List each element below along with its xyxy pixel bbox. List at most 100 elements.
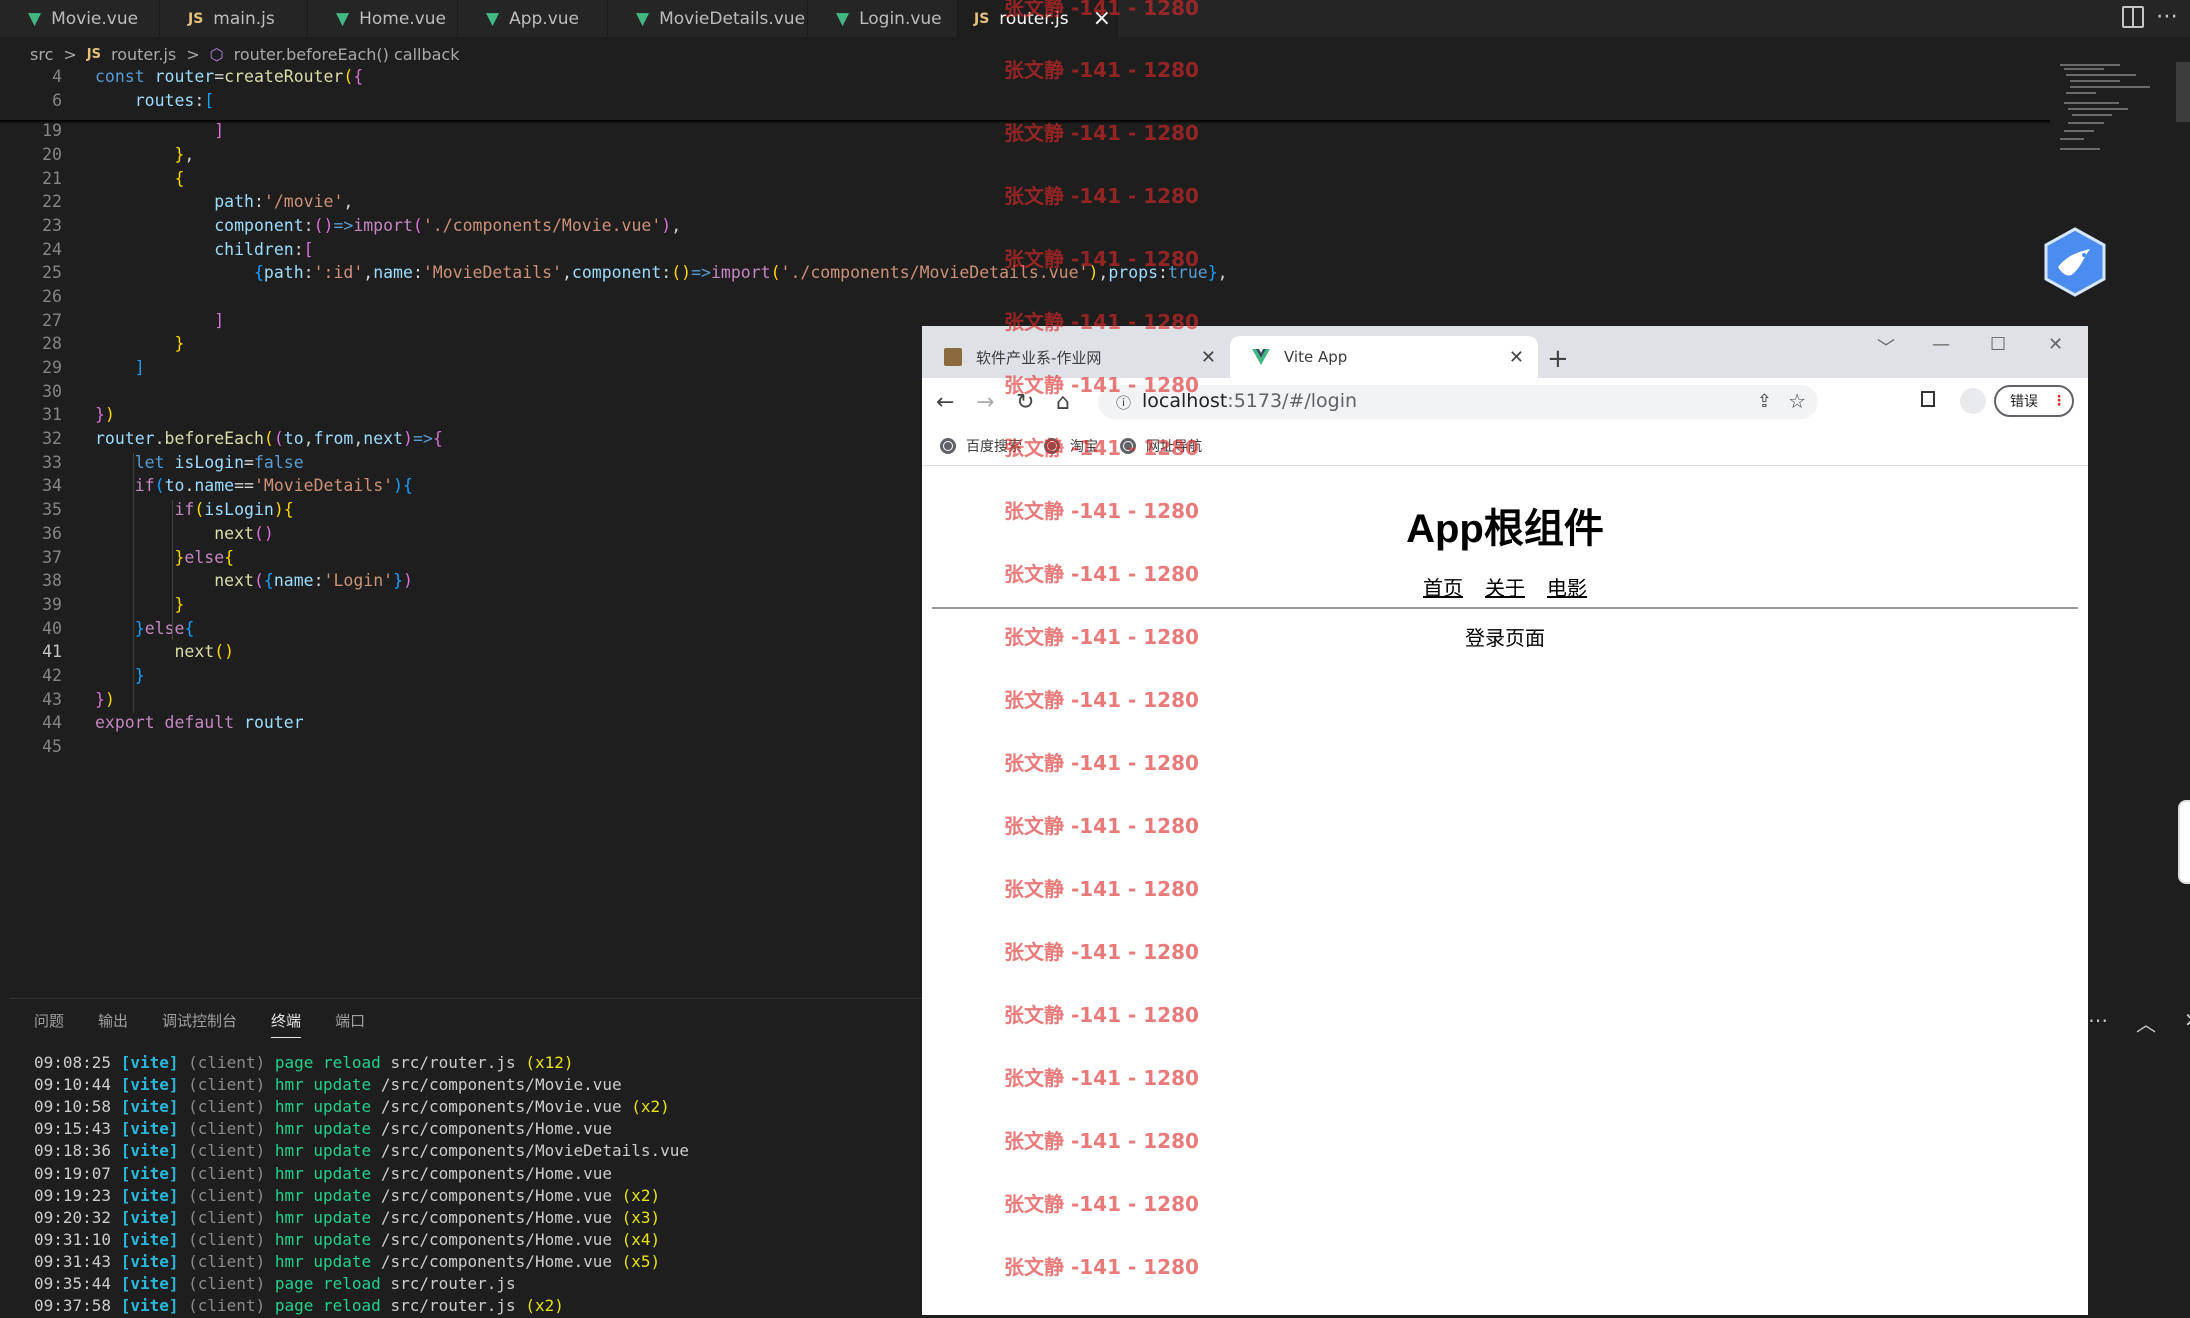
terminal-line: 09:19:07 [vite] (client) hmr update /src… (34, 1163, 612, 1183)
watermark: 张文静 -141 - 1280 (1004, 814, 1199, 838)
minimize-button[interactable]: — (1932, 334, 1950, 355)
divider (932, 607, 2078, 609)
code-line: 39 } (42, 595, 185, 614)
tab-home-vue[interactable]: ▼ Home.vue (308, 0, 458, 37)
watermark: 张文静 -141 - 1280 (1004, 625, 1199, 649)
code-line: 33 let isLogin=false (42, 453, 304, 472)
watermark: 张文静 -141 - 1280 (1004, 310, 1199, 334)
terminal-line: 09:10:44 [vite] (client) hmr update /src… (34, 1075, 622, 1095)
code-line: 45 (42, 737, 62, 756)
tab-movie-vue[interactable]: ▼ Movie.vue (0, 0, 160, 37)
close-window-button[interactable]: ✕ (2048, 334, 2063, 355)
watermark: 张文静 -141 - 1280 (1004, 0, 1199, 20)
code-line: 43}) (42, 690, 115, 709)
forward-icon[interactable]: → (976, 390, 994, 415)
new-tab-button[interactable]: + (1547, 344, 1569, 374)
side-panel-icon[interactable] (1921, 391, 1935, 407)
watermark: 张文静 -141 - 1280 (1004, 751, 1199, 775)
panel-controls: ⋯ ︿ ✕ (2088, 1008, 2190, 1037)
more-actions-icon[interactable]: ⋯ (2156, 4, 2178, 29)
vue-file-icon: ▼ (28, 8, 42, 29)
panel-tabs: 问题 输出 调试控制台 终端 端口 (34, 1010, 365, 1038)
watermark: 张文静 -141 - 1280 (1004, 562, 1199, 586)
chevron-right-icon: > (63, 44, 77, 64)
breadcrumb-file[interactable]: router.js (111, 45, 176, 64)
symbol-cube-icon: ⬡ (209, 44, 224, 64)
terminal-line: 09:19:23 [vite] (client) hmr update /src… (34, 1185, 661, 1205)
more-icon[interactable]: ⋯ (2088, 1008, 2108, 1037)
error-button[interactable]: 错误 ⋮ (1994, 385, 2074, 417)
tab-moviedetails-vue[interactable]: ▼ MovieDetails.vue (608, 0, 808, 37)
code-line: 31}) (42, 405, 115, 424)
chevron-right-icon: > (186, 44, 200, 64)
tab-app-vue[interactable]: ▼ App.vue (458, 0, 608, 37)
tab-debug-console[interactable]: 调试控制台 (162, 1010, 237, 1038)
code-line: 28 } (42, 334, 185, 353)
tab-problems[interactable]: 问题 (34, 1010, 64, 1038)
tab-terminal[interactable]: 终端 (271, 1010, 302, 1038)
vue-file-icon: ▼ (836, 8, 850, 29)
nav-link-about[interactable]: 关于 (1485, 576, 1525, 600)
code-line: 27 ] (42, 311, 225, 330)
watermark: 张文静 -141 - 1280 (1004, 499, 1199, 523)
close-tab-icon[interactable]: ✕ (1201, 347, 1216, 368)
close-panel-icon[interactable]: ✕ (2184, 1008, 2190, 1037)
bookmark-star-icon[interactable]: ☆ (1788, 389, 1806, 413)
breadcrumb: src > JS router.js > ⬡ router.beforeEach… (30, 42, 460, 66)
nav-link-home[interactable]: 首页 (1423, 576, 1463, 600)
code-line: 6 routes:[ (52, 91, 215, 110)
code-line: 25 {path:':id',name:'MovieDetails',compo… (42, 263, 1228, 282)
breadcrumb-folder[interactable]: src (30, 45, 53, 64)
tab-output[interactable]: 输出 (98, 1010, 128, 1038)
code-line: 24 children:[ (42, 240, 314, 259)
tab-login-vue[interactable]: ▼ Login.vue (808, 0, 958, 37)
js-file-icon: JS (974, 10, 990, 27)
watermark: 张文静 -141 - 1280 (1004, 1255, 1199, 1279)
breadcrumb-symbol[interactable]: router.beforeEach() callback (234, 45, 460, 64)
maximize-panel-icon[interactable]: ︿ (2136, 1008, 2156, 1037)
watermark: 张文静 -141 - 1280 (1004, 58, 1199, 82)
close-tab-icon[interactable]: ✕ (1509, 347, 1524, 368)
terminal-line: 09:10:58 [vite] (client) hmr update /src… (34, 1097, 670, 1117)
js-file-icon: JS (188, 10, 204, 27)
code-line: 38 next({name:'Login'}) (42, 571, 413, 590)
watermark: 张文静 -141 - 1280 (1004, 877, 1199, 901)
code-line: 22 path:'/movie', (42, 192, 354, 211)
vue-file-icon: ▼ (636, 8, 650, 29)
side-drawer-handle[interactable] (2178, 800, 2190, 884)
nav-link-movie[interactable]: 电影 (1547, 576, 1587, 600)
browser-tab-vite-app[interactable]: Vite App ✕ (1230, 336, 1538, 378)
address-bar[interactable]: ⓘ localhost:5173/#/login ⇪ ☆ (1098, 385, 1818, 419)
code-line: 42 } (42, 666, 145, 685)
bird-app-icon[interactable] (2040, 227, 2110, 297)
share-icon[interactable]: ⇪ (1757, 391, 1772, 412)
back-icon[interactable]: ← (936, 390, 954, 415)
watermark: 张文静 -141 - 1280 (1004, 1129, 1199, 1153)
code-line: 4 const router=createRouter({ (52, 67, 364, 86)
code-line: 29 ] (42, 358, 145, 377)
code-line: 20 }, (42, 145, 195, 164)
terminal-line: 09:31:10 [vite] (client) hmr update /src… (34, 1229, 661, 1249)
tab-search-icon[interactable]: ﹀ (1877, 334, 1895, 360)
vue-file-icon: ▼ (486, 8, 500, 29)
code-line: 26 (42, 287, 62, 306)
tab-ports[interactable]: 端口 (335, 1010, 365, 1038)
maximize-button[interactable]: ☐ (1990, 334, 2006, 355)
tab-main-js[interactable]: JS main.js (160, 0, 308, 37)
watermark: 张文静 -141 - 1280 (1004, 940, 1199, 964)
watermark: 张文静 -141 - 1280 (1004, 1192, 1199, 1216)
split-editor-icon[interactable] (2122, 6, 2144, 28)
watermark: 张文静 -141 - 1280 (1004, 373, 1199, 397)
terminal-line: 09:31:43 [vite] (client) hmr update /src… (34, 1251, 661, 1271)
terminal-line: 09:20:32 [vite] (client) hmr update /src… (34, 1207, 661, 1227)
menu-dots-icon: ⋮ (2052, 393, 2066, 409)
js-file-icon: JS (86, 46, 101, 62)
code-line: 34 if(to.name=='MovieDetails'){ (42, 476, 413, 495)
terminal-line: 09:35:44 [vite] (client) page reload src… (34, 1274, 516, 1293)
profile-avatar-icon[interactable] (1960, 388, 1986, 414)
globe-icon (940, 437, 956, 454)
code-line: 19 ] (42, 121, 225, 140)
indent-guide (172, 500, 173, 640)
minimap[interactable] (2056, 62, 2176, 162)
editor-scrollbar[interactable] (2176, 62, 2190, 122)
